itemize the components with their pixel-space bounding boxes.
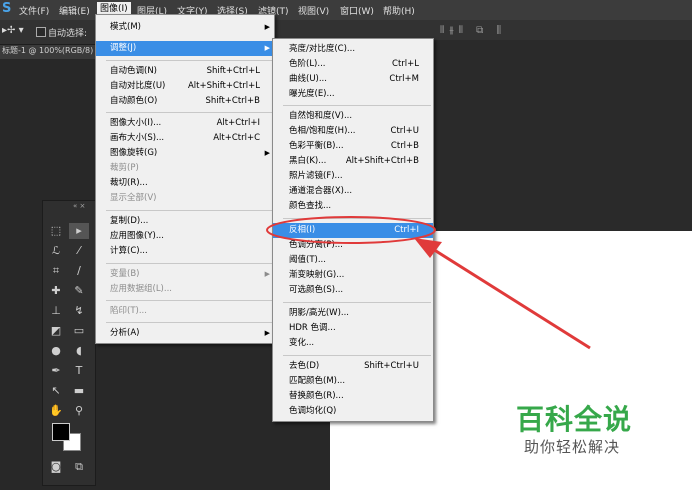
menu-edit[interactable]: 编辑(E) bbox=[59, 4, 90, 17]
menu-separator bbox=[106, 112, 272, 113]
menu-item-color-balance[interactable]: 色彩平衡(B)... Ctrl+B bbox=[273, 139, 433, 154]
photoshop-logo: S bbox=[2, 1, 12, 16]
zoom-tool-icon[interactable]: ⚲ bbox=[69, 403, 89, 419]
crop-tool-icon[interactable]: ⌗ bbox=[46, 263, 66, 279]
menu-item-desaturate[interactable]: 去色(D) Shift+Ctrl+U bbox=[273, 359, 433, 374]
menu-item-invert[interactable]: 反相(I) Ctrl+I bbox=[273, 223, 433, 238]
document-tab[interactable]: 标题-1 @ 100%(RGB/8) bbox=[0, 45, 102, 59]
menu-help[interactable]: 帮助(H) bbox=[383, 4, 415, 17]
quick-mask-icon[interactable]: ◙ bbox=[46, 459, 66, 475]
menu-separator bbox=[106, 210, 272, 211]
pen-tool-icon[interactable]: ✒ bbox=[46, 363, 66, 379]
adjustments-submenu: 亮度/对比度(C)... 色阶(L)... Ctrl+L 曲线(U)... Ctrl… bbox=[272, 38, 434, 422]
menu-item-variations[interactable]: 变化... bbox=[273, 336, 433, 351]
menu-item-color-lookup[interactable]: 颜色查找... bbox=[273, 199, 433, 214]
foreground-color-swatch[interactable] bbox=[52, 423, 70, 441]
align-icons[interactable]: ⫴⫵⫴ ⧉ ⫼ bbox=[440, 25, 506, 36]
panel-collapse-icon[interactable]: « × bbox=[73, 202, 85, 210]
menu-item-match-color[interactable]: 匹配颜色(M)... bbox=[273, 374, 433, 389]
eraser-tool-icon[interactable]: ◩ bbox=[46, 323, 66, 339]
menu-separator bbox=[283, 302, 431, 303]
auto-select-checkbox[interactable] bbox=[36, 27, 46, 37]
menu-item-brightness-contrast[interactable]: 亮度/对比度(C)... bbox=[273, 42, 433, 57]
menu-item-shadows-highlights[interactable]: 阴影/高光(W)... bbox=[273, 306, 433, 321]
magic-wand-icon[interactable]: ⁄ bbox=[69, 243, 89, 259]
menu-item-levels[interactable]: 色阶(L)... Ctrl+L bbox=[273, 57, 433, 72]
menu-item-image-rotation[interactable]: 图像旋转(G) ▶ bbox=[96, 146, 274, 161]
menu-item-auto-contrast[interactable]: 自动对比度(U) Alt+Shift+Ctrl+L bbox=[96, 79, 274, 94]
menu-item-auto-tone[interactable]: 自动色调(N) Shift+Ctrl+L bbox=[96, 64, 274, 79]
screen-mode-icon[interactable]: ⧉ bbox=[69, 459, 89, 475]
menu-view[interactable]: 视图(V) bbox=[298, 4, 329, 17]
hand-tool-icon[interactable]: ✋ bbox=[46, 403, 66, 419]
menu-separator bbox=[283, 218, 431, 219]
menu-separator bbox=[106, 322, 272, 323]
marquee-tool-icon[interactable]: ⬚ bbox=[46, 223, 66, 239]
menu-window[interactable]: 窗口(W) bbox=[340, 4, 374, 17]
menu-item-black-white[interactable]: 黑白(K)... Alt+Shift+Ctrl+B bbox=[273, 154, 433, 169]
menu-item-photo-filter[interactable]: 照片滤镜(F)... bbox=[273, 169, 433, 184]
healing-brush-icon[interactable]: ✚ bbox=[46, 283, 66, 299]
tools-panel: « × ⬚ ▸ ℒ ⁄ ⌗ ∕ ✚ ✎ ⊥ ↯ ◩ ▭ ● ◖ ✒ T ↖ ▬ … bbox=[42, 200, 96, 486]
stamp-tool-icon[interactable]: ⊥ bbox=[46, 303, 66, 319]
menu-item-threshold[interactable]: 阈值(T)... bbox=[273, 253, 433, 268]
menu-item-hdr-toning[interactable]: HDR 色调... bbox=[273, 321, 433, 336]
path-select-icon[interactable]: ↖ bbox=[46, 383, 66, 399]
menu-item-vibrance[interactable]: 自然饱和度(V)... bbox=[273, 109, 433, 124]
menu-item-gradient-map[interactable]: 渐变映射(G)... bbox=[273, 268, 433, 283]
menu-item-crop: 裁剪(P) bbox=[110, 163, 139, 173]
gradient-tool-icon[interactable]: ▭ bbox=[69, 323, 89, 339]
menu-item-selective-color[interactable]: 可选颜色(S)... bbox=[273, 283, 433, 298]
menu-item-trim[interactable]: 裁切(R)... bbox=[96, 176, 274, 191]
menu-item-equalize[interactable]: 色调均化(Q) bbox=[273, 404, 433, 419]
type-tool-icon[interactable]: T bbox=[69, 363, 89, 379]
blur-tool-icon[interactable]: ● bbox=[46, 343, 66, 359]
menu-separator bbox=[283, 355, 431, 356]
menu-separator bbox=[106, 60, 272, 61]
menu-file[interactable]: 文件(F) bbox=[19, 4, 49, 17]
menu-separator bbox=[106, 300, 272, 301]
menu-item-apply-data-set: 应用数据组(L)... bbox=[110, 284, 172, 294]
menu-item-channel-mixer[interactable]: 通道混合器(X)... bbox=[273, 184, 433, 199]
history-brush-icon[interactable]: ↯ bbox=[69, 303, 89, 319]
brush-tool-icon[interactable]: ✎ bbox=[69, 283, 89, 299]
menu-item-mode[interactable]: 模式(M) ▶ bbox=[96, 20, 274, 35]
menu-item-canvas-size[interactable]: 画布大小(S)... Alt+Ctrl+C bbox=[96, 131, 274, 146]
dodge-tool-icon[interactable]: ◖ bbox=[69, 343, 89, 359]
shape-tool-icon[interactable]: ▬ bbox=[69, 383, 89, 399]
menu-item-auto-color[interactable]: 自动颜色(O) Shift+Ctrl+B bbox=[96, 94, 274, 109]
menu-item-replace-color[interactable]: 替换颜色(R)... bbox=[273, 389, 433, 404]
eyedropper-icon[interactable]: ∕ bbox=[69, 263, 89, 279]
move-tool-icon[interactable]: ▸✢ ▾ bbox=[2, 25, 24, 36]
move-tool-icon[interactable]: ▸ bbox=[69, 223, 89, 239]
image-menu: 模式(M) ▶ 调整(J) ▶ 自动色调(N) Shift+Ctrl+L 自动对比度(… bbox=[95, 14, 275, 344]
menu-item-adjustments[interactable]: 调整(J) ▶ bbox=[96, 41, 274, 56]
auto-select-label: 自动选择: bbox=[48, 29, 88, 39]
lasso-tool-icon[interactable]: ℒ bbox=[46, 243, 66, 259]
menu-item-apply-image[interactable]: 应用图像(Y)... bbox=[96, 229, 274, 244]
menu-separator bbox=[106, 263, 272, 264]
menu-item-curves[interactable]: 曲线(U)... Ctrl+M bbox=[273, 72, 433, 87]
menu-separator bbox=[283, 105, 431, 106]
menu-item-trap: 陷印(T)... bbox=[110, 306, 147, 316]
workspace-background bbox=[434, 40, 692, 231]
watermark-slogan: 助你轻松解决 bbox=[524, 438, 621, 456]
menu-item-hue-saturation[interactable]: 色相/饱和度(H)... Ctrl+U bbox=[273, 124, 433, 139]
menu-item-analysis[interactable]: 分析(A) ▶ bbox=[96, 326, 274, 341]
menu-item-reveal-all: 显示全部(V) bbox=[110, 193, 157, 203]
menu-item-variables: 变量(B) ▶ bbox=[110, 269, 270, 279]
watermark-brand: 百科全说 bbox=[516, 403, 633, 436]
menu-item-exposure[interactable]: 曝光度(E)... bbox=[273, 87, 433, 102]
menu-item-image-size[interactable]: 图像大小(I)... Alt+Ctrl+I bbox=[96, 116, 274, 131]
menu-item-posterize[interactable]: 色调分离(P)... bbox=[273, 238, 433, 253]
menu-item-duplicate[interactable]: 复制(D)... bbox=[96, 214, 274, 229]
menu-item-calculations[interactable]: 计算(C)... bbox=[96, 244, 274, 259]
